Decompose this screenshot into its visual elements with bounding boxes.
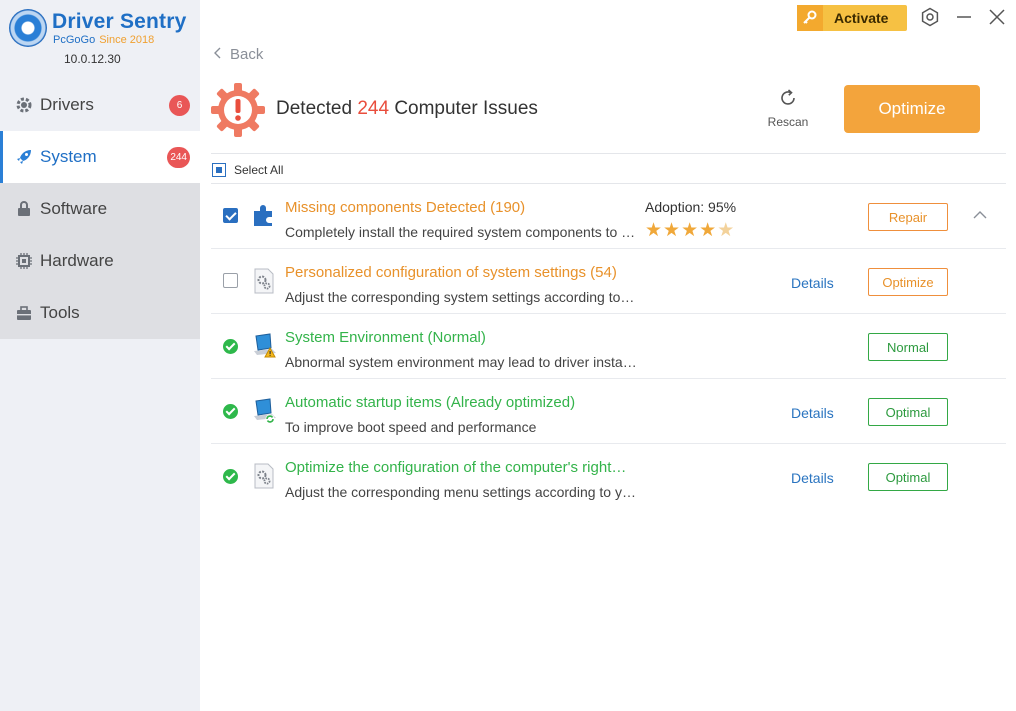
detected-prefix: Detected (276, 98, 353, 119)
list-item: System Environment (Normal) Abnormal sys… (211, 314, 1006, 379)
check-circle-icon (223, 404, 238, 419)
sidebar-item-system[interactable]: System 244 (0, 131, 200, 183)
row-title: Optimize the configuration of the comput… (285, 459, 627, 476)
list-item: Missing components Detected (190) Comple… (211, 184, 1006, 249)
chevron-up-icon[interactable] (973, 208, 987, 222)
settings-document-icon (251, 462, 277, 490)
details-link[interactable]: Details (791, 405, 834, 421)
list-item: Optimize the configuration of the comput… (211, 444, 1006, 509)
laptop-warning-icon (251, 332, 277, 360)
sidebar-nav: Drivers 6 System 244 Software Hardware T… (0, 79, 200, 339)
puzzle-icon (251, 202, 277, 230)
brand-since: Since 2018 (99, 34, 155, 46)
app-version: 10.0.12.30 (64, 52, 121, 66)
alert-gear-icon (210, 82, 266, 138)
sidebar-item-hardware[interactable]: Hardware (0, 235, 200, 287)
page-title: Detected 244 Computer Issues (276, 98, 538, 120)
refresh-icon (764, 88, 812, 111)
close-icon[interactable] (986, 6, 1008, 28)
sidebar-item-drivers[interactable]: Drivers 6 (0, 79, 200, 131)
optimize-button[interactable]: Optimize (844, 85, 980, 133)
row-description: Adjust the corresponding system settings… (285, 289, 637, 305)
brand-title: Driver Sentry (52, 10, 187, 33)
row-description: Completely install the required system c… (285, 224, 637, 240)
row-checkbox[interactable] (223, 273, 238, 288)
rating-stars: ★★★★★ (645, 219, 735, 242)
optimal-button[interactable]: Optimal (868, 463, 948, 491)
star-icon: ★ (681, 220, 700, 241)
row-description: Adjust the corresponding menu settings a… (285, 484, 637, 500)
check-circle-icon (223, 469, 238, 484)
brand-sub-name: PcGoGo (53, 34, 96, 46)
row-checkbox[interactable] (223, 208, 238, 223)
optimize-row-button[interactable]: Optimize (868, 268, 948, 296)
minimize-icon[interactable] (953, 6, 975, 28)
chip-icon (14, 251, 34, 271)
lock-icon (14, 199, 34, 219)
chevron-left-icon (214, 46, 222, 63)
activate-button[interactable]: Activate (797, 5, 907, 31)
adoption-rate: Adoption: 95% (645, 199, 737, 215)
list-item: Personalized configuration of system set… (211, 249, 1006, 314)
rocket-icon (14, 147, 34, 167)
star-icon: ★ (663, 220, 682, 241)
sidebar-item-label: Software (40, 199, 108, 218)
issue-count: 244 (357, 98, 390, 119)
row-title: Automatic startup items (Already optimiz… (285, 394, 576, 411)
check-circle-icon (223, 339, 238, 354)
app-logo-icon (9, 9, 47, 47)
row-description: To improve boot speed and performance (285, 419, 537, 435)
select-all-label: Select All (234, 163, 284, 177)
sidebar-item-label: System (40, 147, 97, 166)
row-title: System Environment (Normal) (285, 329, 486, 346)
toolbox-icon (14, 303, 34, 323)
activate-label: Activate (834, 10, 889, 26)
sidebar-item-label: Tools (40, 303, 80, 322)
sidebar: Driver Sentry PcGoGo Since 2018 10.0.12.3… (0, 0, 200, 711)
back-link[interactable]: Back (214, 46, 263, 63)
key-icon (797, 5, 823, 31)
star-icon: ★ (699, 220, 718, 241)
back-label: Back (230, 46, 264, 63)
optimal-button[interactable]: Optimal (868, 398, 948, 426)
repair-button[interactable]: Repair (868, 203, 948, 231)
settings-icon[interactable] (919, 6, 941, 28)
divider (211, 153, 1006, 154)
select-all-checkbox[interactable]: Select All (212, 163, 283, 177)
half-star-icon: ★ (717, 220, 736, 241)
settings-document-icon (251, 267, 277, 295)
rescan-button[interactable]: Rescan (764, 88, 812, 129)
rescan-label: Rescan (767, 115, 809, 129)
details-link[interactable]: Details (791, 470, 834, 486)
system-badge: 244 (167, 147, 190, 168)
sidebar-item-label: Hardware (40, 251, 114, 270)
drivers-badge: 6 (169, 95, 190, 116)
row-title: Missing components Detected (190) (285, 199, 526, 216)
list-item: Automatic startup items (Already optimiz… (211, 379, 1006, 444)
gear-icon (14, 95, 34, 115)
sidebar-item-tools[interactable]: Tools (0, 287, 200, 339)
row-description: Abnormal system environment may lead to … (285, 354, 637, 370)
normal-button[interactable]: Normal (868, 333, 948, 361)
checkbox-indeterminate-icon (212, 163, 226, 177)
sidebar-item-software[interactable]: Software (0, 183, 200, 235)
brand-subtitle: PcGoGo Since 2018 (53, 34, 154, 46)
detected-suffix: Computer Issues (394, 98, 538, 119)
star-icon: ★ (645, 220, 664, 241)
row-title: Personalized configuration of system set… (285, 264, 617, 281)
details-link[interactable]: Details (791, 275, 834, 291)
laptop-refresh-icon (251, 397, 277, 425)
sidebar-item-label: Drivers (40, 95, 94, 114)
